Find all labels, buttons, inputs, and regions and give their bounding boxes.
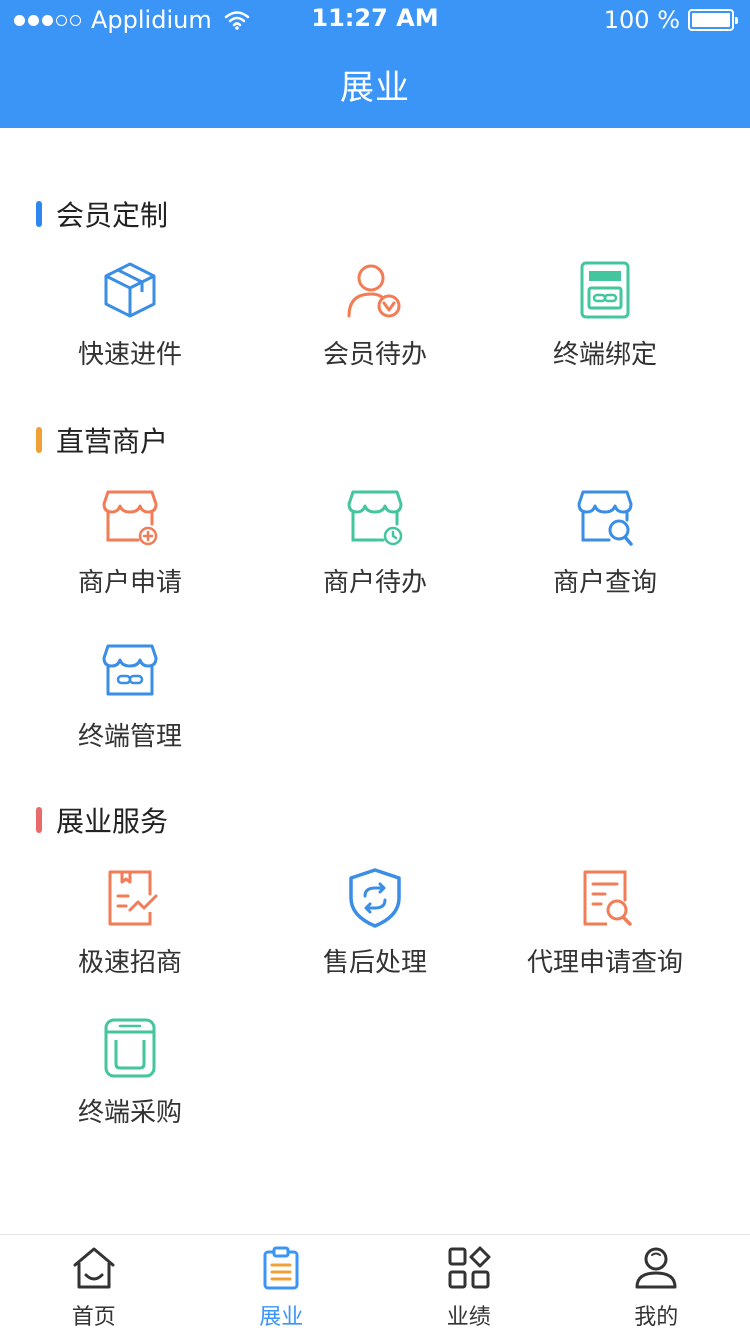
store-add-icon [102, 490, 158, 546]
section-title-text: 直营商户 [56, 425, 169, 458]
grid-item-merchant-todo[interactable]: 商户待办 [250, 486, 500, 599]
tab-zhanye[interactable]: 展业 [188, 1235, 376, 1334]
store-search-icon [577, 490, 633, 546]
user-icon [635, 1247, 677, 1289]
grid-item-label: 终端采购 [77, 1098, 182, 1128]
grid-item-label: 商户申请 [77, 568, 182, 598]
grid-item-merchant-apply[interactable]: 商户申请 [5, 486, 255, 599]
grid-item-terminal-bind[interactable]: 终端绑定 [480, 258, 730, 371]
user-check-icon [347, 264, 401, 318]
grid-item-quick-apply[interactable]: 快速进件 [5, 258, 255, 371]
tab-label: 展业 [259, 1305, 304, 1330]
tab-mine[interactable]: 我的 [563, 1235, 750, 1334]
grid-item-label: 会员待办 [322, 340, 427, 370]
store-link-icon [102, 644, 158, 696]
grid-item-terminal-purchase[interactable]: 终端采购 [5, 1016, 255, 1129]
terminal-purchase-icon [104, 1018, 156, 1078]
tab-label: 我的 [634, 1305, 679, 1330]
grid-item-after-sales[interactable]: 售后处理 [250, 866, 500, 979]
grid-item-label: 快速进件 [77, 340, 182, 370]
grid-item-label: 代理申请查询 [526, 948, 683, 978]
tab-label: 业绩 [446, 1305, 491, 1330]
section-title-service: 展业服务 [36, 800, 168, 840]
grid-item-label: 极速招商 [77, 948, 182, 978]
package-icon [104, 262, 156, 318]
page-title: 展业 [340, 68, 410, 108]
grid-item-label: 终端绑定 [552, 340, 657, 370]
section-title-member: 会员定制 [36, 194, 168, 234]
terminal-link-icon [580, 261, 630, 319]
document-chart-icon [108, 870, 158, 926]
status-right: 100 % [603, 6, 738, 34]
section-title-text: 会员定制 [56, 199, 169, 232]
clipboard-icon [263, 1246, 299, 1290]
store-clock-icon [347, 490, 403, 546]
shield-refresh-icon [349, 868, 401, 928]
grid-item-member-todo[interactable]: 会员待办 [250, 258, 500, 371]
grid-item-agent-apply-query[interactable]: 代理申请查询 [480, 866, 730, 979]
section-title-text: 展业服务 [56, 805, 169, 838]
tab-performance[interactable]: 业绩 [375, 1235, 563, 1334]
grid-item-merchant-query[interactable]: 商户查询 [480, 486, 730, 599]
battery-icon [688, 9, 738, 31]
home-icon [73, 1247, 115, 1289]
section-accent-bar [36, 427, 42, 453]
document-search-icon [583, 870, 632, 926]
status-bar: Applidium 11:27 AM 100 % [0, 0, 750, 40]
app-header: Applidium 11:27 AM 100 % 展业 [0, 0, 750, 128]
grid-item-terminal-manage[interactable]: 终端管理 [5, 640, 255, 753]
tab-bar: 首页 展业 业绩 我的 [0, 1234, 750, 1334]
section-title-merchant: 直营商户 [36, 420, 168, 460]
grid-item-label: 商户待办 [322, 568, 427, 598]
grid-item-fast-recruit[interactable]: 极速招商 [5, 866, 255, 979]
tab-home[interactable]: 首页 [0, 1235, 188, 1334]
section-accent-bar [36, 807, 42, 833]
grid-item-label: 售后处理 [322, 948, 427, 978]
battery-percent: 100 % [603, 6, 680, 34]
tab-label: 首页 [71, 1305, 116, 1330]
section-accent-bar [36, 201, 42, 227]
grid-item-label: 终端管理 [77, 722, 182, 752]
grid-apps-icon [448, 1246, 491, 1289]
grid-item-label: 商户查询 [552, 568, 657, 598]
page: Applidium 11:27 AM 100 % 展业 会员定制 快速进件 会员… [0, 0, 750, 1334]
